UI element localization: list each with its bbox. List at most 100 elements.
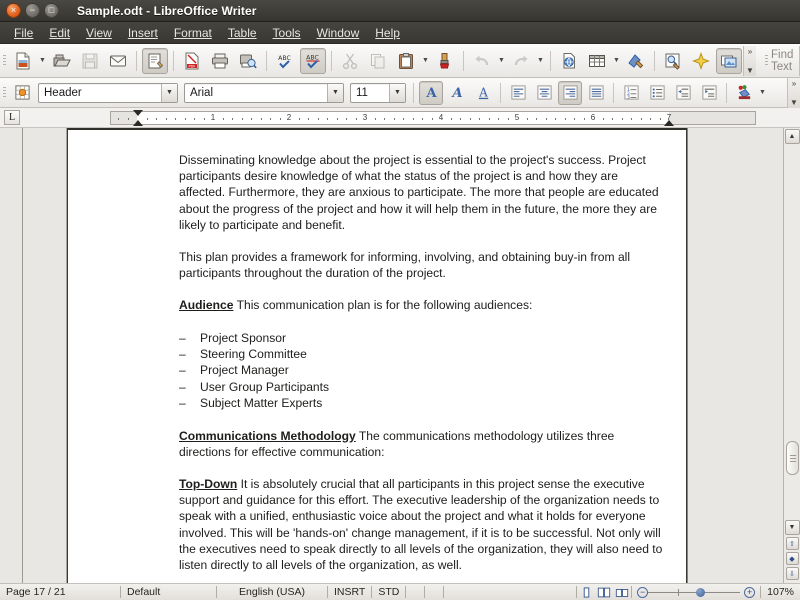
hyperlink-icon[interactable] — [556, 48, 582, 74]
vertical-scroll-thumb[interactable] — [786, 441, 799, 475]
zoom-level-label[interactable]: 107% — [761, 584, 800, 600]
find-text-field[interactable]: Find Text — [756, 48, 799, 74]
zoom-slider-track[interactable] — [648, 592, 740, 593]
font-size-dropdown-icon[interactable]: ▼ — [389, 84, 405, 102]
font-size-combo[interactable]: 11 ▼ — [350, 83, 406, 103]
bold-button[interactable]: A — [419, 81, 443, 105]
export-pdf-icon[interactable]: PDF — [179, 48, 205, 74]
status-page-number[interactable]: Page 17 / 21 — [0, 584, 120, 600]
previous-page-button[interactable]: ⇧ — [786, 537, 799, 550]
find-replace-icon[interactable] — [660, 48, 686, 74]
paste-dropdown-icon[interactable]: ▼ — [420, 49, 431, 73]
ordered-list-button[interactable]: 1 2 3 — [619, 81, 643, 105]
underline-button[interactable]: A — [471, 81, 495, 105]
menu-help[interactable]: Help — [367, 24, 408, 42]
email-document-icon[interactable] — [105, 48, 131, 74]
clone-formatting-icon[interactable] — [432, 48, 458, 74]
formatting-toolbar-overflow-button[interactable]: » ▼ — [787, 78, 800, 108]
draw-functions-icon[interactable] — [623, 48, 649, 74]
ruler-subtick — [555, 118, 556, 120]
new-document-icon[interactable] — [10, 48, 36, 74]
scroll-down-button[interactable]: ▼ — [785, 520, 800, 535]
highlighting-color-dropdown-icon[interactable]: ▼ — [757, 81, 768, 105]
navigation-target-button[interactable]: ◆ — [786, 552, 799, 565]
document-page[interactable]: Disseminating knowledge about the projec… — [67, 128, 687, 583]
menu-format-label: Format — [174, 26, 212, 40]
redo-dropdown-icon[interactable]: ▼ — [535, 49, 546, 73]
menu-view[interactable]: View — [78, 24, 120, 42]
zoom-slider-knob[interactable] — [696, 588, 705, 597]
align-left-button[interactable] — [506, 81, 530, 105]
toolbar-grip[interactable] — [0, 44, 9, 77]
font-name-dropdown-icon[interactable]: ▼ — [327, 84, 343, 102]
edit-mode-icon[interactable] — [142, 48, 168, 74]
maximize-window-button[interactable]: □ — [44, 3, 59, 18]
menu-table[interactable]: Table — [220, 24, 265, 42]
undo-dropdown-icon[interactable]: ▼ — [496, 49, 507, 73]
menu-window[interactable]: Window — [309, 24, 368, 42]
horizontal-ruler[interactable]: 1234567 — [110, 111, 756, 125]
autospellcheck-icon[interactable]: ABC — [300, 48, 326, 74]
align-justified-button[interactable] — [584, 81, 608, 105]
book-view-button[interactable] — [615, 586, 629, 598]
spelling-icon[interactable]: ABC — [272, 48, 298, 74]
status-language[interactable]: English (USA) — [217, 584, 327, 600]
italic-button[interactable]: A — [445, 81, 469, 105]
status-insert-mode[interactable]: INSRT — [328, 584, 371, 600]
document-canvas[interactable]: Disseminating knowledge about the projec… — [0, 128, 783, 583]
cut-icon[interactable] — [337, 48, 363, 74]
paragraph-style-dropdown-icon[interactable]: ▼ — [161, 84, 177, 102]
print-icon[interactable] — [207, 48, 233, 74]
page-text-body[interactable]: Disseminating knowledge about the projec… — [179, 152, 666, 583]
unordered-list-button[interactable] — [645, 81, 669, 105]
menu-tools[interactable]: Tools — [265, 24, 309, 42]
minimize-window-button[interactable]: − — [25, 3, 40, 18]
increase-indent-button[interactable] — [697, 81, 721, 105]
find-toolbar-grip[interactable] — [762, 48, 771, 74]
redo-icon[interactable] — [508, 48, 534, 74]
status-page-style[interactable]: Default — [121, 584, 216, 600]
next-page-button[interactable]: ⇩ — [786, 567, 799, 580]
gallery-icon[interactable] — [716, 48, 742, 74]
menu-file[interactable]: File — [6, 24, 41, 42]
right-indent-marker[interactable] — [664, 120, 674, 126]
vertical-scrollbar[interactable]: ▲ ▼ ⇧ ◆ ⇩ — [783, 128, 800, 583]
close-window-button[interactable]: × — [6, 3, 21, 18]
menu-insert[interactable]: Insert — [120, 24, 166, 42]
new-document-dropdown-icon[interactable]: ▼ — [37, 49, 48, 73]
insert-table-dropdown-icon[interactable]: ▼ — [611, 49, 622, 73]
styles-and-formatting-icon[interactable] — [10, 81, 34, 105]
scroll-up-button[interactable]: ▲ — [785, 129, 800, 144]
save-document-icon[interactable] — [77, 48, 103, 74]
copy-icon[interactable] — [365, 48, 391, 74]
tab-stop-selector[interactable]: L — [4, 110, 20, 125]
font-name-combo[interactable]: Arial ▼ — [184, 83, 344, 103]
decrease-indent-button[interactable] — [671, 81, 695, 105]
special-character-icon[interactable] — [688, 48, 714, 74]
zoom-in-button[interactable]: + — [744, 587, 755, 598]
first-line-indent-marker[interactable] — [133, 110, 143, 116]
highlighting-color-button[interactable] — [732, 81, 756, 105]
standard-toolbar-overflow-button[interactable]: » ▼ — [743, 46, 756, 76]
print-preview-icon[interactable] — [235, 48, 261, 74]
vertical-scroll-track[interactable] — [786, 145, 799, 519]
paste-icon[interactable] — [393, 48, 419, 74]
document-area: Disseminating knowledge about the projec… — [0, 128, 800, 583]
zoom-slider[interactable]: − + — [632, 587, 760, 598]
status-digital-signature[interactable] — [425, 584, 443, 600]
single-page-view-button[interactable] — [579, 586, 593, 598]
multi-page-view-button[interactable] — [597, 586, 611, 598]
align-center-button[interactable] — [532, 81, 556, 105]
left-indent-marker[interactable] — [133, 120, 143, 126]
menu-edit[interactable]: Edit — [41, 24, 78, 42]
open-document-icon[interactable] — [49, 48, 75, 74]
formatting-toolbar-grip[interactable] — [0, 78, 9, 107]
menu-format[interactable]: Format — [166, 24, 220, 42]
insert-table-icon[interactable] — [584, 48, 610, 74]
undo-icon[interactable] — [469, 48, 495, 74]
status-document-modified[interactable] — [406, 584, 424, 600]
paragraph-style-combo[interactable]: Header ▼ — [38, 83, 178, 103]
zoom-out-button[interactable]: − — [637, 587, 648, 598]
status-selection-mode[interactable]: STD — [372, 584, 405, 600]
align-right-button[interactable] — [558, 81, 582, 105]
